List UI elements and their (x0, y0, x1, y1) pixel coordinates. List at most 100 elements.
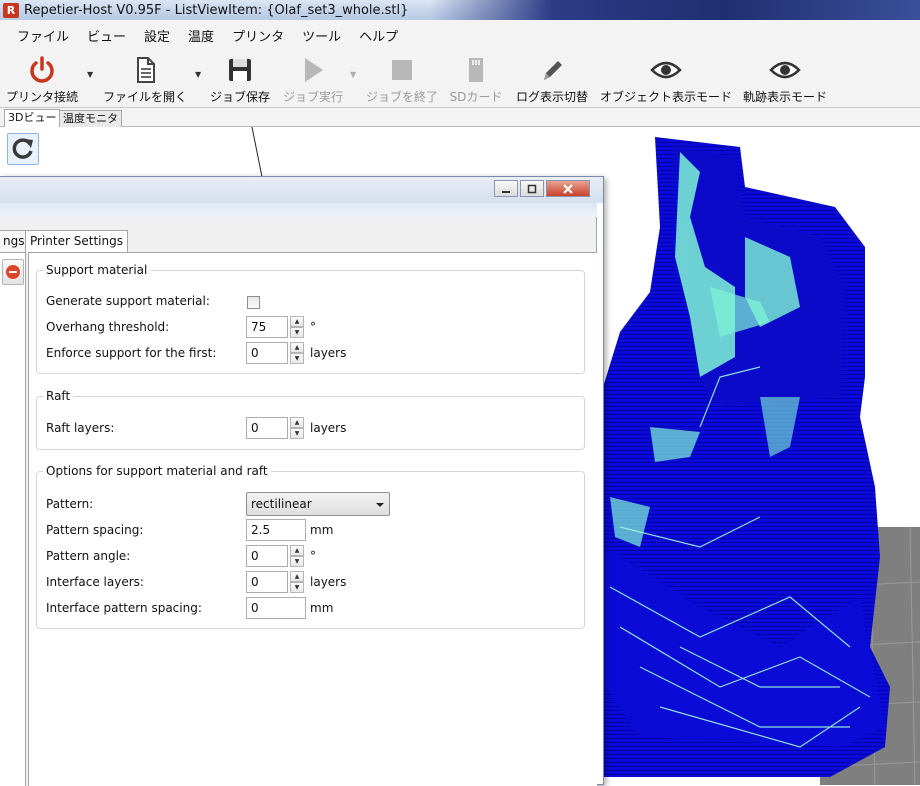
maximize-button[interactable] (520, 180, 544, 197)
raft-layers-input[interactable]: 0 (246, 417, 288, 439)
connect-button[interactable]: プリンタ接続 (4, 50, 80, 106)
view-tab-strip: 3Dビュー 温度モニタ (0, 108, 920, 128)
stepper-down-icon[interactable]: ▼ (290, 428, 304, 439)
interface-layers-label: Interface layers: (46, 575, 144, 589)
pattern-angle-input[interactable]: 0 (246, 545, 288, 567)
overhang-unit: ° (310, 320, 316, 334)
floppy-disk-icon (229, 59, 251, 81)
close-icon (563, 183, 573, 194)
raft-layers-label: Raft layers: (46, 421, 115, 435)
enforce-support-label: Enforce support for the first: (46, 346, 217, 360)
settings-window-body: ngs Printer Settings Support material Ge… (0, 217, 597, 786)
menu-bar: ファイル ビュー 設定 温度 プリンタ ツール ヘルプ (0, 20, 920, 50)
pattern-angle-stepper[interactable]: ▲ ▼ (290, 545, 304, 567)
open-file-dropdown-icon[interactable]: ▼ (195, 70, 201, 79)
close-button[interactable] (546, 180, 590, 197)
reset-view-button[interactable] (7, 133, 39, 165)
support-material-title: Support material (43, 263, 151, 277)
tab-printer-settings[interactable]: Printer Settings (25, 230, 128, 252)
overhang-threshold-stepper[interactable]: ▲ ▼ (290, 316, 304, 338)
log-toggle-button[interactable]: ログ表示切替 (510, 50, 594, 106)
pattern-selected-value: rectilinear (251, 497, 312, 511)
maximize-icon (527, 184, 537, 193)
sd-card-icon (469, 58, 483, 82)
object-view-mode-button[interactable]: オブジェクト表示モード (597, 50, 735, 106)
power-icon (30, 56, 54, 83)
window-titlebar: R Repetier-Host V0.95F - ListViewItem: {… (0, 0, 920, 20)
pattern-angle-unit: ° (310, 549, 316, 563)
pattern-select[interactable]: rectilinear (246, 492, 390, 516)
raft-layers-stepper[interactable]: ▲ ▼ (290, 417, 304, 439)
main-toolbar: プリンタ接続 ▼ ファイルを開く ▼ ジョブ保存 ジョブ実行 ▼ ジョブを終了 (0, 50, 920, 108)
stepper-down-icon[interactable]: ▼ (290, 582, 304, 593)
connect-dropdown-icon[interactable]: ▼ (87, 70, 93, 79)
interface-pattern-spacing-unit: mm (310, 601, 334, 615)
connect-label: プリンタ接続 (5, 90, 78, 104)
run-job-button[interactable]: ジョブ実行 (280, 50, 346, 106)
save-job-label: ジョブ保存 (209, 90, 270, 104)
generate-support-checkbox[interactable] (247, 296, 260, 309)
enforce-support-unit: layers (310, 346, 347, 360)
stepper-up-icon[interactable]: ▲ (290, 545, 304, 556)
pattern-label: Pattern: (46, 497, 94, 511)
menu-file[interactable]: ファイル (8, 26, 78, 45)
interface-layers-input[interactable]: 0 (246, 571, 288, 593)
open-file-label: ファイルを開く (102, 90, 187, 104)
menu-help[interactable]: ヘルプ (350, 26, 407, 45)
run-job-label: ジョブ実行 (282, 90, 343, 104)
save-job-button[interactable]: ジョブ保存 (206, 50, 274, 106)
preset-list-strip (0, 252, 26, 786)
sliced-model (600, 137, 890, 777)
stop-icon (392, 60, 412, 80)
stepper-down-icon[interactable]: ▼ (290, 327, 304, 338)
delete-preset-button[interactable] (2, 259, 24, 285)
end-job-label: ジョブを終了 (365, 90, 438, 104)
stepper-up-icon[interactable]: ▲ (290, 342, 304, 353)
sd-card-button[interactable]: SDカード (446, 50, 506, 106)
log-toggle-label: ログ表示切替 (515, 90, 588, 104)
stepper-up-icon[interactable]: ▲ (290, 571, 304, 582)
generate-support-label: Generate support material: (46, 294, 210, 308)
raft-layers-unit: layers (310, 421, 347, 435)
menu-printer[interactable]: プリンタ (223, 26, 293, 45)
sd-card-label: SDカード (449, 90, 503, 104)
end-job-button[interactable]: ジョブを終了 (362, 50, 442, 106)
interface-pattern-spacing-label: Interface pattern spacing: (46, 601, 202, 615)
path-view-mode-button[interactable]: 軌跡表示モード (740, 50, 830, 106)
eye-icon (650, 61, 682, 79)
tab-temperature-monitor[interactable]: 温度モニタ (59, 110, 122, 128)
interface-pattern-spacing-input[interactable]: 0 (246, 597, 306, 619)
pattern-spacing-label: Pattern spacing: (46, 523, 144, 537)
stepper-up-icon[interactable]: ▲ (290, 417, 304, 428)
pattern-angle-label: Pattern angle: (46, 549, 131, 563)
chevron-down-icon (376, 503, 384, 507)
refresh-icon (12, 138, 33, 159)
stepper-down-icon[interactable]: ▼ (290, 556, 304, 567)
menu-tools[interactable]: ツール (293, 26, 350, 45)
enforce-support-stepper[interactable]: ▲ ▼ (290, 342, 304, 364)
tab-3d-view[interactable]: 3Dビュー (4, 109, 61, 128)
stepper-down-icon[interactable]: ▼ (290, 353, 304, 364)
play-icon (305, 58, 323, 82)
slicer-settings-window: ngs Printer Settings Support material Ge… (0, 176, 604, 786)
menu-settings[interactable]: 設定 (135, 26, 179, 45)
menu-temperature[interactable]: 温度 (179, 26, 223, 45)
minimize-button[interactable] (494, 180, 518, 197)
run-job-dropdown-icon[interactable]: ▼ (350, 70, 356, 79)
pattern-spacing-input[interactable]: 2.5 (246, 519, 306, 541)
minimize-icon (502, 190, 510, 193)
settings-panel: Support material Generate support materi… (28, 252, 597, 786)
overhang-threshold-input[interactable]: 75 (246, 316, 288, 338)
open-file-button[interactable]: ファイルを開く (100, 50, 190, 106)
menu-view[interactable]: ビュー (78, 26, 135, 45)
pencil-icon (544, 61, 562, 80)
overhang-threshold-label: Overhang threshold: (46, 320, 170, 334)
enforce-support-input[interactable]: 0 (246, 342, 288, 364)
object-view-mode-label: オブジェクト表示モード (599, 90, 732, 104)
interface-layers-stepper[interactable]: ▲ ▼ (290, 571, 304, 593)
document-icon (137, 57, 155, 83)
app-logo-icon: R (3, 2, 19, 18)
stepper-up-icon[interactable]: ▲ (290, 316, 304, 327)
settings-window-titlebar[interactable] (0, 177, 603, 203)
interface-layers-unit: layers (310, 575, 347, 589)
